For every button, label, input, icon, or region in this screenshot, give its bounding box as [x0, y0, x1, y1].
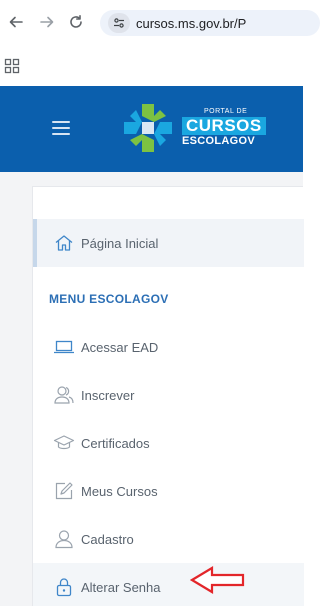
back-button[interactable]	[4, 10, 28, 34]
hamburger-line	[52, 133, 70, 135]
tune-icon	[114, 18, 124, 28]
sidebar-item-certificados[interactable]: Certificados	[33, 419, 304, 467]
sidebar-item-meus-cursos[interactable]: Meus Cursos	[33, 467, 304, 515]
sidebar-item-label: Inscrever	[81, 387, 135, 403]
sidebar-item-acessar-ead[interactable]: Acessar EAD	[33, 323, 304, 371]
sidebar-item-label: Acessar EAD	[81, 339, 159, 355]
site-info-button[interactable]	[108, 13, 130, 33]
menu-toggle-button[interactable]	[52, 121, 70, 135]
edit-icon	[53, 481, 75, 501]
arrow-right-icon	[40, 16, 54, 28]
reload-button[interactable]	[64, 10, 88, 34]
user-icon	[53, 529, 75, 549]
logo-sub-text: ESCOLAGOV	[182, 135, 255, 147]
apps-grid-icon[interactable]	[4, 58, 20, 74]
sidebar-item-label: Meus Cursos	[81, 483, 158, 499]
sidebar-menu: Página Inicial MENU ESCOLAGOV Acessar EA…	[32, 186, 304, 606]
lock-icon	[53, 577, 75, 597]
users-icon	[53, 385, 75, 405]
sidebar-item-cadastro[interactable]: Cadastro	[33, 515, 304, 563]
forward-button[interactable]	[35, 10, 59, 34]
bookmarks-bar	[0, 48, 303, 86]
reload-icon	[70, 15, 82, 28]
annotation-arrow-icon	[190, 566, 245, 594]
graduation-cap-icon	[53, 433, 75, 453]
sidebar-item-label: Página Inicial	[81, 235, 159, 251]
browser-toolbar: cursos.ms.gov.br/P	[0, 0, 320, 48]
sidebar-item-inscrever[interactable]: Inscrever	[33, 371, 304, 419]
sidebar-item-label: Certificados	[81, 435, 150, 451]
site-logo[interactable]: PORTAL DE CURSOS ESCOLAGOV	[122, 102, 282, 158]
logo-arrows-icon	[124, 104, 172, 152]
hamburger-line	[52, 127, 70, 129]
home-icon	[53, 233, 75, 253]
url-text[interactable]: cursos.ms.gov.br/P	[136, 16, 246, 31]
sidebar-item-label: Cadastro	[81, 531, 134, 547]
sidebar-item-label: Alterar Senha	[81, 579, 161, 595]
logo-small-text: PORTAL DE	[204, 108, 248, 115]
arrow-left-icon	[9, 16, 23, 28]
sidebar-item-home[interactable]: Página Inicial	[33, 219, 304, 267]
sidebar-item-alterar-senha[interactable]: Alterar Senha	[33, 563, 304, 606]
hamburger-line	[52, 121, 70, 123]
address-bar[interactable]: cursos.ms.gov.br/P	[100, 10, 320, 36]
logo-main-text: CURSOS	[182, 117, 266, 135]
sidebar-section-heading: MENU ESCOLAGOV	[49, 292, 169, 306]
laptop-icon	[53, 337, 75, 357]
site-header: PORTAL DE CURSOS ESCOLAGOV	[0, 86, 303, 172]
